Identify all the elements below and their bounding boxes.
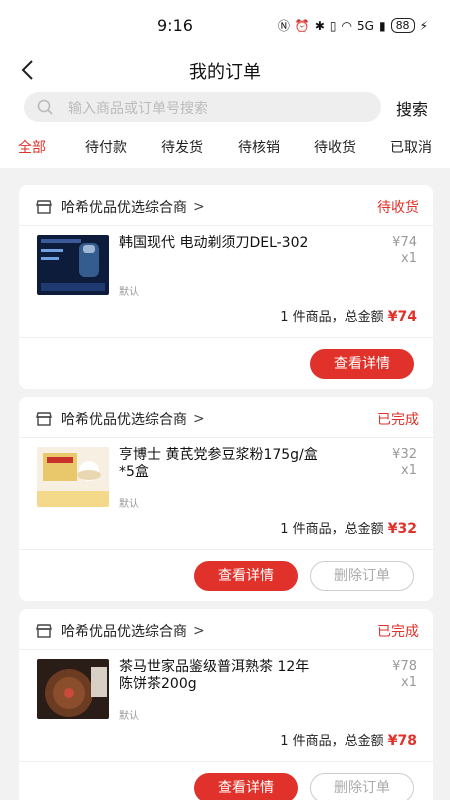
- product-quantity: x1: [401, 675, 417, 690]
- signal-icon: ▮: [378, 18, 386, 33]
- status-icons: Ⓝ ⏰ ✱ ▯ ◠ 5G ▮ 88 ⚡: [278, 17, 428, 34]
- divider: [19, 649, 433, 650]
- header: 我的订单: [0, 54, 450, 88]
- product-image[interactable]: [37, 447, 109, 507]
- shop-name: 哈希优品优选综合商: [61, 412, 187, 428]
- divider: [19, 437, 433, 438]
- search-button[interactable]: 搜索: [396, 96, 428, 120]
- bluetooth-icon: ✱: [314, 18, 325, 33]
- product-spec: 默认: [119, 711, 139, 722]
- order-total: ¥32: [387, 521, 417, 537]
- status-bar: 9:16 Ⓝ ⏰ ✱ ▯ ◠ 5G ▮ 88 ⚡: [0, 0, 450, 54]
- summary-text: 1 件商品，总金额: [280, 310, 384, 325]
- view-details-button[interactable]: 查看详情: [310, 349, 414, 379]
- status-time: 9:16: [157, 16, 193, 35]
- search-icon: [37, 99, 53, 115]
- product-price: ¥32: [392, 447, 417, 462]
- order-total: ¥74: [387, 309, 417, 325]
- store-icon: [36, 200, 52, 214]
- search-placeholder: 输入商品或订单号搜索: [68, 101, 208, 117]
- product-name[interactable]: 亨博士 黄芪党参豆浆粉175g/盒*5盒: [119, 447, 319, 481]
- alarm-icon: ⏰: [294, 18, 310, 33]
- page-title: 我的订单: [189, 62, 261, 83]
- shop-link[interactable]: 哈希优品优选综合商 >: [35, 409, 205, 429]
- order-card[interactable]: 哈希优品优选综合商 > 待收货 韩国现代 电动剃须刀DEL-302 默认 ¥74…: [19, 185, 433, 389]
- tab-pending-payment[interactable]: 待付款: [85, 137, 127, 157]
- product-name[interactable]: 茶马世家品鉴级普洱熟茶 12年陈饼茶200g: [119, 659, 319, 693]
- order-summary: 1 件商品，总金额 ¥32: [280, 518, 417, 537]
- nfc-icon: Ⓝ: [277, 19, 290, 33]
- shop-link[interactable]: 哈希优品优选综合商 >: [35, 197, 205, 217]
- search-input[interactable]: 输入商品或订单号搜索: [24, 92, 381, 122]
- order-summary: 1 件商品，总金额 ¥78: [280, 730, 417, 749]
- store-icon: [36, 624, 52, 638]
- order-status: 已完成: [377, 624, 419, 640]
- summary-text: 1 件商品，总金额: [280, 522, 384, 537]
- tab-pending-shipment[interactable]: 待发货: [161, 137, 203, 157]
- product-name[interactable]: 韩国现代 电动剃须刀DEL-302: [119, 235, 319, 252]
- order-status: 待收货: [377, 200, 419, 216]
- vibrate-icon: ▯: [329, 18, 337, 33]
- search-row: 输入商品或订单号搜索 搜索: [0, 88, 450, 128]
- shop-link[interactable]: 哈希优品优选综合商 >: [35, 621, 205, 641]
- tab-cancelled[interactable]: 已取消: [390, 137, 432, 157]
- divider: [19, 337, 433, 338]
- product-spec: 默认: [119, 287, 139, 298]
- delete-order-button[interactable]: 删除订单: [310, 561, 414, 591]
- product-quantity: x1: [401, 463, 417, 478]
- battery-icon: 88: [390, 18, 415, 33]
- summary-text: 1 件商品，总金额: [280, 734, 384, 749]
- tab-all[interactable]: 全部: [18, 137, 46, 157]
- order-tabs: 全部 待付款 待发货 待核销 待收货 已取消: [0, 128, 450, 168]
- product-quantity: x1: [401, 251, 417, 266]
- product-image[interactable]: [37, 659, 109, 719]
- divider: [19, 549, 433, 550]
- tab-pending-receipt[interactable]: 待收货: [314, 137, 356, 157]
- order-card[interactable]: 哈希优品优选综合商 > 已完成 亨博士 黄芪党参豆浆粉175g/盒*5盒 默认 …: [19, 397, 433, 601]
- wifi-icon: ◠: [341, 18, 353, 33]
- order-total: ¥78: [387, 733, 417, 749]
- divider: [19, 761, 433, 762]
- chevron-right-icon: >: [193, 199, 205, 215]
- shop-name: 哈希优品优选综合商: [61, 624, 187, 640]
- network-label: 5G: [357, 18, 374, 33]
- view-details-button[interactable]: 查看详情: [194, 561, 298, 591]
- charging-icon: ⚡: [419, 18, 428, 33]
- divider: [19, 225, 433, 226]
- order-summary: 1 件商品，总金额 ¥74: [280, 306, 417, 325]
- product-price: ¥78: [392, 659, 417, 674]
- store-icon: [36, 412, 52, 426]
- chevron-right-icon: >: [193, 623, 205, 639]
- shop-name: 哈希优品优选综合商: [61, 200, 187, 216]
- view-details-button[interactable]: 查看详情: [194, 773, 298, 800]
- tab-pending-verification[interactable]: 待核销: [238, 137, 280, 157]
- order-card[interactable]: 哈希优品优选综合商 > 已完成 茶马世家品鉴级普洱熟茶 12年陈饼茶200g 默…: [19, 609, 433, 800]
- product-price: ¥74: [392, 235, 417, 250]
- product-image[interactable]: [37, 235, 109, 295]
- chevron-right-icon: >: [193, 411, 205, 427]
- product-spec: 默认: [119, 499, 139, 510]
- delete-order-button[interactable]: 删除订单: [310, 773, 414, 800]
- order-status: 已完成: [377, 412, 419, 428]
